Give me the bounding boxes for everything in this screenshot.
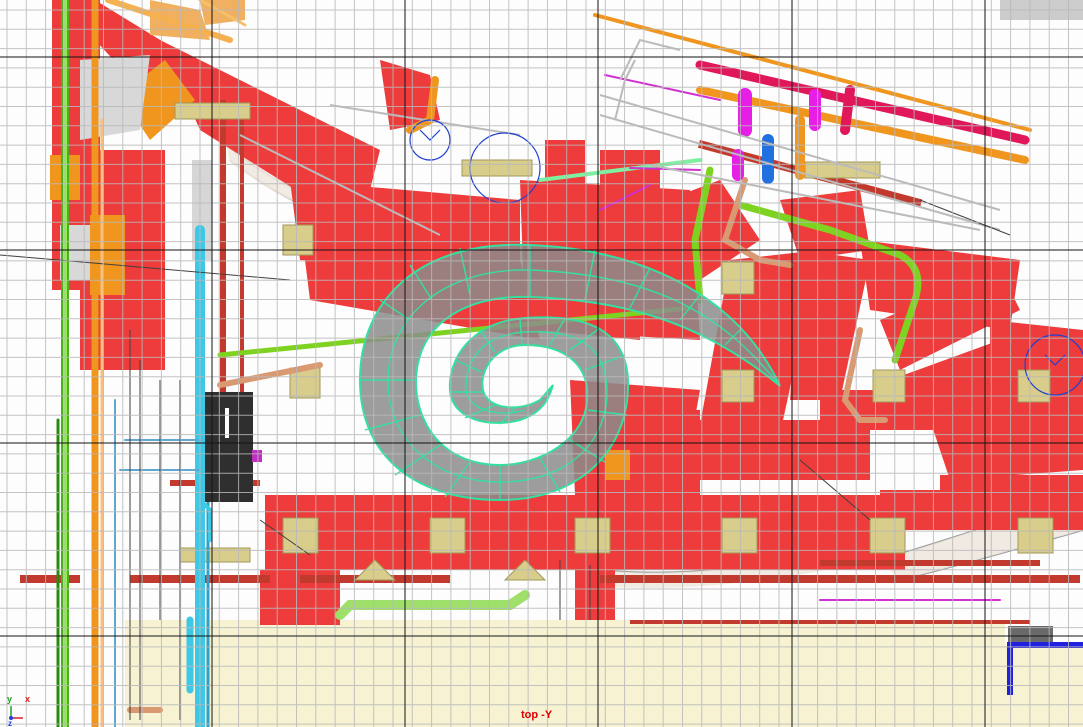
axis-z-label: z (8, 719, 12, 726)
axis-x-label: x (25, 694, 30, 704)
scene-canvas[interactable] (0, 0, 1083, 727)
axis-gizmo: y x z (7, 694, 30, 726)
viewport-top[interactable]: y x z top -Y (0, 0, 1083, 727)
corner-gray-box (1008, 626, 1053, 644)
axis-y-label: y (7, 694, 12, 704)
viewport-label[interactable]: top -Y (521, 709, 552, 721)
